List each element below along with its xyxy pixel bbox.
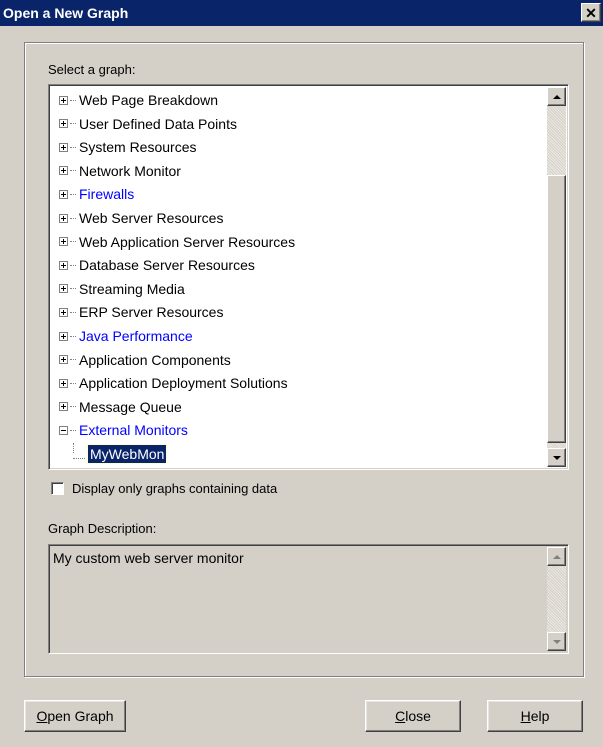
expand-icon[interactable]	[59, 142, 68, 152]
tree-connector-dots	[70, 241, 76, 243]
scroll-down-button[interactable]	[547, 448, 566, 467]
expand-icon[interactable]	[59, 307, 68, 317]
scroll-up-icon	[552, 554, 561, 559]
tree-item-label: User Defined Data Points	[79, 115, 237, 132]
window-title: Open a New Graph	[3, 5, 129, 21]
description-scrollbar[interactable]	[547, 547, 566, 651]
tree-item-label: Database Server Resources	[79, 257, 255, 274]
tree-connector-dots	[70, 193, 76, 195]
expand-icon[interactable]	[59, 95, 68, 105]
expand-icon[interactable]	[59, 260, 68, 270]
expand-icon[interactable]	[59, 166, 68, 176]
tree-item[interactable]: User Defined Data Points	[59, 113, 237, 135]
graph-tree[interactable]: Web Page Breakdown User Defined Data Poin…	[48, 84, 569, 470]
graph-description-label: Graph Description:	[48, 521, 157, 536]
close-button[interactable]: Close	[365, 700, 461, 732]
tree-item[interactable]: ERP Server Resources	[59, 301, 223, 323]
tree-item-label: Application Deployment Solutions	[79, 375, 288, 392]
expand-icon[interactable]	[59, 331, 68, 341]
expand-icon[interactable]	[59, 284, 68, 294]
tree-item[interactable]: Java Performance	[59, 325, 193, 347]
tree-connector-dots	[70, 170, 76, 172]
tree-connector-dots	[70, 288, 76, 290]
tree-item-label: Streaming Media	[79, 280, 185, 297]
tree-item-label: Message Queue	[79, 398, 182, 415]
tree-item[interactable]: External Monitors	[59, 419, 188, 441]
desc-scroll-down-button[interactable]	[547, 632, 566, 651]
open-graph-button[interactable]: Open Graph	[24, 700, 126, 732]
tree-item[interactable]: Web Page Breakdown	[59, 89, 218, 111]
tree-connector-dots	[70, 335, 76, 337]
tree-connector-dots	[70, 123, 76, 125]
tree-connector-dots	[70, 146, 76, 148]
expand-icon[interactable]	[59, 119, 68, 129]
tree-item[interactable]: Network Monitor	[59, 160, 181, 182]
expand-icon[interactable]	[59, 402, 68, 412]
tree-item[interactable]: Application Components	[59, 349, 231, 371]
tree-connector-dots	[70, 99, 76, 101]
tree-item-label: External Monitors	[79, 422, 188, 439]
tree-item-label-selected: MyWebMon	[86, 444, 168, 464]
tree-item[interactable]: Database Server Resources	[59, 254, 255, 276]
expand-icon[interactable]	[59, 378, 68, 388]
expand-icon[interactable]	[59, 355, 68, 365]
help-label: elp	[530, 708, 550, 724]
tree-item-label: Web Page Breakdown	[79, 92, 219, 108]
help-accel: H	[520, 708, 531, 724]
tree-item-label: Web Server Resources	[79, 210, 224, 226]
tree-connector-dots	[70, 382, 76, 384]
tree-item[interactable]: Web Application Server Resources	[59, 231, 295, 253]
tree-item-label: System Resources	[79, 139, 197, 156]
display-only-data-checkbox[interactable]	[51, 482, 64, 495]
expand-icon[interactable]	[59, 237, 68, 247]
close-accel: C	[395, 708, 406, 724]
graph-description-text: My custom web server monitor	[53, 550, 244, 566]
scroll-down-icon	[552, 455, 561, 460]
tree-item[interactable]: Message Queue	[59, 396, 182, 418]
tree-item[interactable]: System Resources	[59, 136, 196, 158]
scroll-thumb[interactable]	[547, 175, 566, 443]
select-graph-label: Select a graph:	[48, 62, 136, 77]
tree-connector-dots	[70, 429, 76, 431]
open-graph-label: pen Graph	[47, 708, 114, 724]
tree-item[interactable]: Streaming Media	[59, 278, 185, 300]
tree-connector-dots	[70, 359, 76, 361]
title-bar: Open a New Graph ✕	[0, 0, 603, 26]
close-window-button[interactable]: ✕	[581, 3, 601, 22]
expand-icon[interactable]	[59, 189, 68, 199]
tree-item-label: Java Performance	[79, 328, 193, 344]
graph-description-box: My custom web server monitor	[48, 544, 569, 654]
tree-connector-dots	[73, 457, 85, 459]
tree-item-mywebmon[interactable]: MyWebMon	[73, 443, 168, 465]
help-button[interactable]: Help	[487, 700, 583, 732]
tree-connector-dots	[70, 217, 76, 219]
tree-item-label: Application Components	[79, 351, 231, 368]
tree-item-label: Network Monitor	[79, 162, 181, 179]
tree-connector-line	[73, 443, 74, 453]
tree-connector-dots	[70, 406, 76, 408]
tree-item-label: Firewalls	[79, 186, 135, 203]
close-label: lose	[405, 708, 431, 724]
scroll-up-icon	[552, 94, 561, 99]
scroll-down-icon	[552, 639, 561, 644]
close-icon: ✕	[585, 4, 597, 21]
tree-item-label: Web Application Server Resources	[79, 233, 296, 250]
tree-connector-dots	[70, 311, 76, 313]
open-graph-accel: O	[36, 708, 48, 724]
tree-scrollbar[interactable]	[547, 87, 566, 467]
scroll-up-button[interactable]	[547, 87, 566, 106]
display-only-data-option[interactable]: Display only graphs containing data	[51, 481, 277, 496]
tree-connector-dots	[70, 264, 76, 266]
desc-scroll-up-button[interactable]	[547, 547, 566, 566]
collapse-icon[interactable]	[59, 425, 68, 435]
tree-item[interactable]: Application Deployment Solutions	[59, 372, 288, 394]
display-only-data-label: Display only graphs containing data	[72, 481, 278, 496]
expand-icon[interactable]	[59, 213, 68, 223]
tree-item[interactable]: Firewalls	[59, 183, 134, 205]
tree-item[interactable]: Web Server Resources	[59, 207, 223, 229]
tree-item-label: ERP Server Resources	[79, 304, 224, 321]
